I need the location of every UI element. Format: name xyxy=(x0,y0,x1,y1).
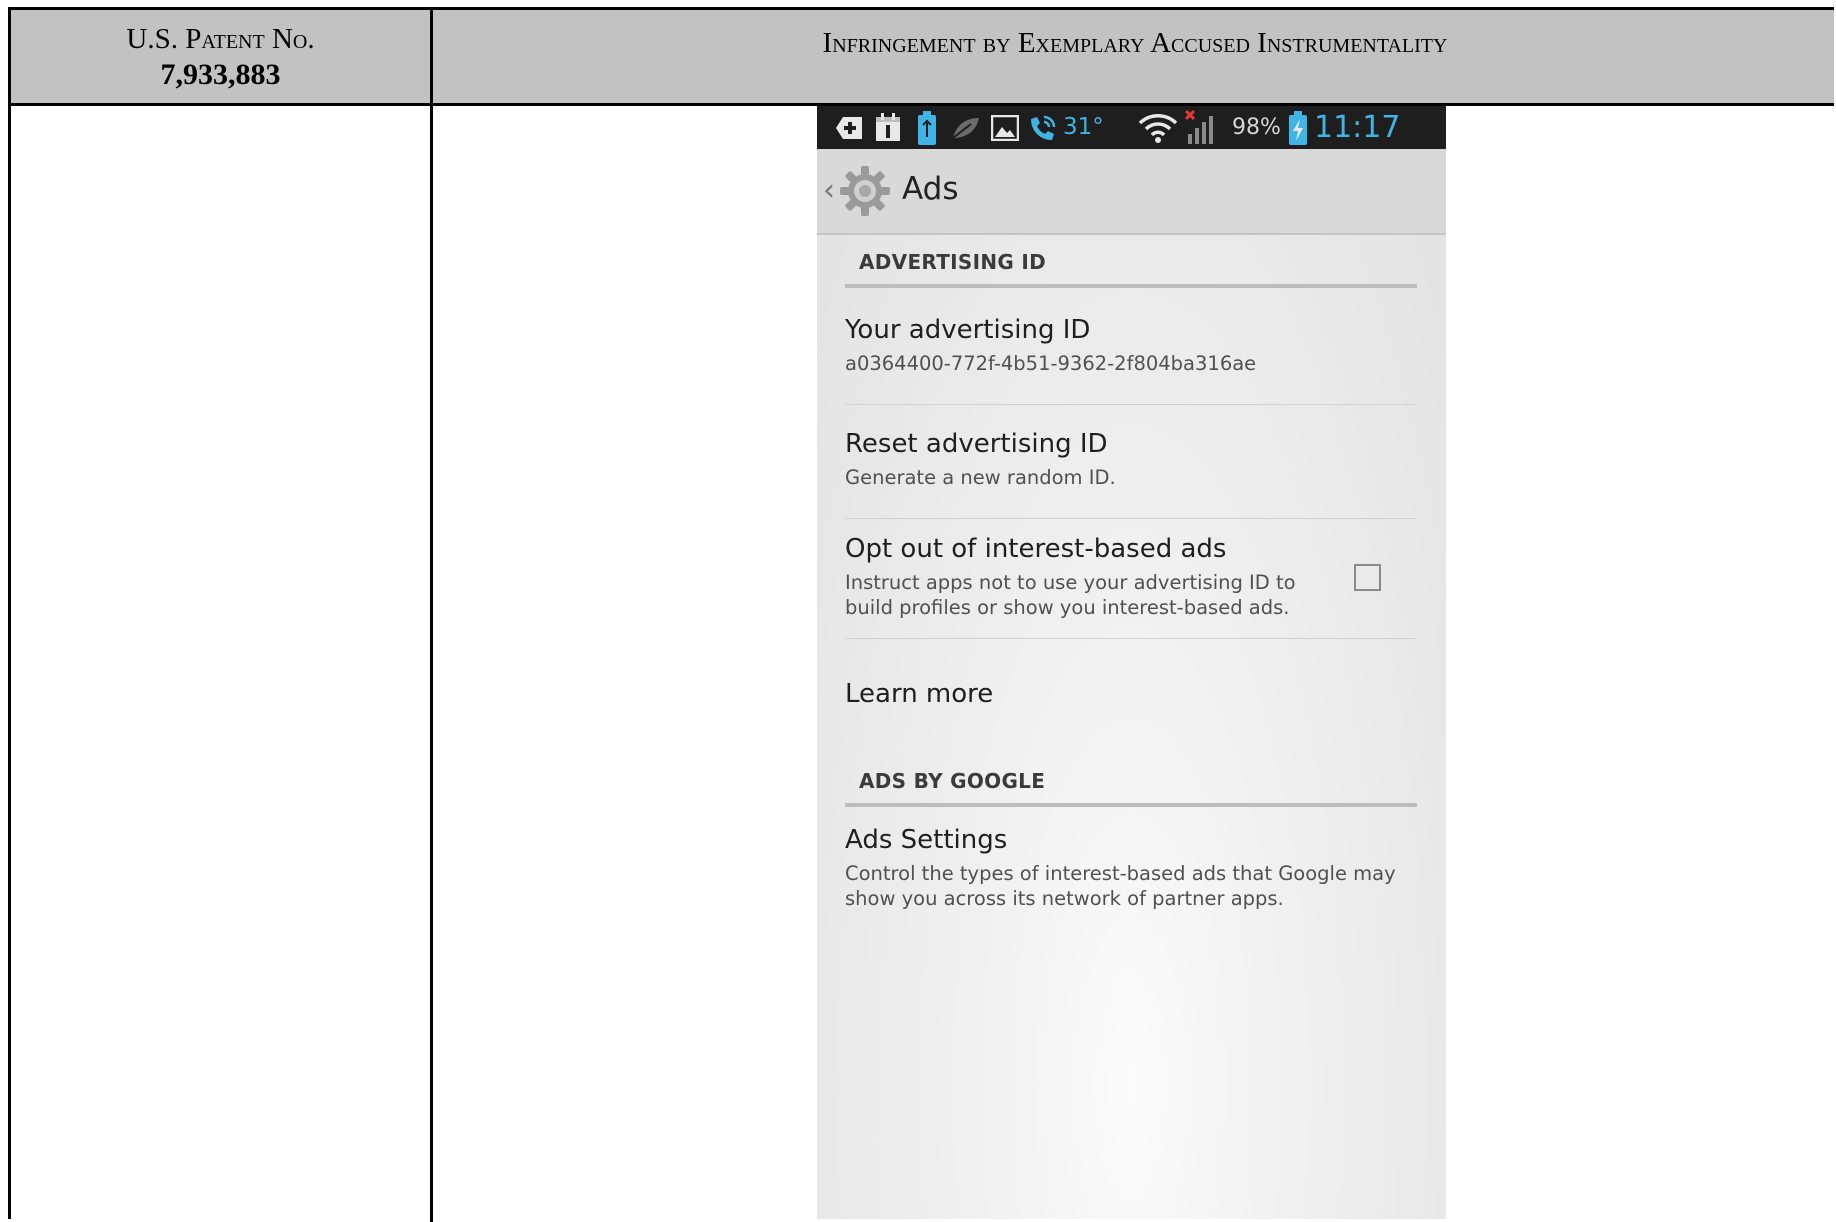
battery-percent: 98% xyxy=(1232,115,1281,140)
wifi-icon xyxy=(1137,106,1179,149)
section-header-advertising-id: ADVERTISING ID xyxy=(859,250,1047,274)
action-bar[interactable]: ‹ Ads xyxy=(817,149,1446,235)
opt-out-checkbox[interactable] xyxy=(1354,564,1381,591)
patent-number-value: 7,933,883 xyxy=(160,58,281,91)
your-advertising-id-title: Your advertising ID xyxy=(845,315,1091,345)
phone-screenshot: 31° 98% 11:17 PM ‹ xyxy=(817,106,1446,1219)
battery-usb-icon xyxy=(913,106,941,149)
no-signal-icon xyxy=(1183,106,1219,149)
screen-title: Ads xyxy=(902,171,959,207)
opt-out-summary: Instruct apps not to use your advertisin… xyxy=(845,571,1296,619)
status-bar: 31° 98% 11:17 PM xyxy=(817,106,1446,188)
reset-advertising-id-summary: Generate a new random ID. xyxy=(845,466,1116,489)
table-header-row: U.S. Patent No. 7,933,883 Infringement b… xyxy=(11,10,1834,106)
advertising-id-value: a0364400-772f-4b51-9362-2f804ba316ae xyxy=(845,352,1257,375)
calendar-icon xyxy=(873,106,903,149)
opt-out-title: Opt out of interest-based ads xyxy=(845,534,1227,564)
clock-time: 11:17 PM xyxy=(1314,110,1401,188)
learn-more-link[interactable]: Learn more xyxy=(845,678,993,710)
leaf-icon xyxy=(949,106,983,149)
section-divider xyxy=(845,284,1417,288)
section-divider xyxy=(845,803,1417,807)
back-chevron-icon[interactable]: ‹ xyxy=(823,171,835,211)
reset-advertising-id-title: Reset advertising ID xyxy=(845,429,1108,459)
row-divider xyxy=(845,638,1417,639)
section-header-ads-by-google: ADS BY GOOGLE xyxy=(859,769,1046,793)
patent-number-label: U.S. Patent No. xyxy=(126,23,315,55)
image-icon xyxy=(989,106,1021,149)
ads-settings-summary: Control the types of interest-based ads … xyxy=(845,862,1396,910)
row-divider xyxy=(845,518,1417,519)
ads-settings-title: Ads Settings xyxy=(845,825,1008,855)
settings-gear-icon[interactable] xyxy=(839,165,891,217)
add-box-icon xyxy=(831,106,865,149)
patent-number-header: U.S. Patent No. 7,933,883 xyxy=(11,22,430,94)
column-divider xyxy=(430,10,433,1222)
row-divider xyxy=(845,404,1417,405)
wifi-calling-icon xyxy=(1027,106,1059,149)
weather-temperature: 31° xyxy=(1063,114,1104,140)
battery-charging-icon xyxy=(1287,106,1309,149)
infringement-header: Infringement by Exemplary Accused Instru… xyxy=(822,27,1448,59)
